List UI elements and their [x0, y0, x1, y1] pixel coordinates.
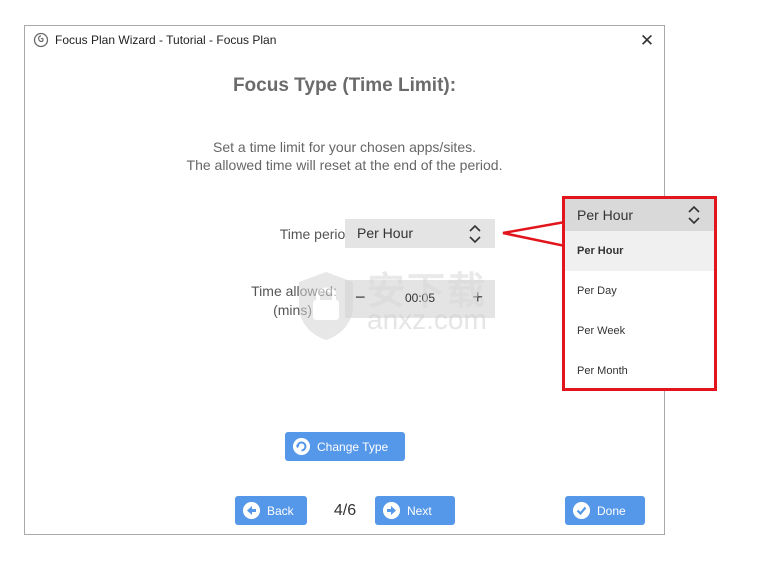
- done-label: Done: [597, 504, 626, 518]
- dropdown-option-per-week[interactable]: Per Week: [565, 311, 714, 351]
- close-button[interactable]: ✕: [630, 26, 664, 56]
- page-indicator: 4/6: [333, 502, 357, 519]
- back-label: Back: [267, 504, 294, 518]
- shield-watermark-icon: [299, 272, 353, 340]
- check-circle-icon: [573, 502, 590, 519]
- description-line-1: Set a time limit for your chosen apps/si…: [213, 139, 476, 155]
- back-button[interactable]: Back: [235, 496, 307, 525]
- app-logo-icon: [33, 32, 49, 48]
- refresh-icon: [293, 438, 310, 455]
- dropdown-popup-callout: Per Hour Per Hour Per Day Per Week Per M…: [562, 196, 717, 391]
- description-line-2: The allowed time will reset at the end o…: [186, 157, 503, 173]
- close-icon: ✕: [639, 31, 655, 50]
- next-button[interactable]: Next: [375, 496, 455, 525]
- dropdown-option-per-hour[interactable]: Per Hour: [565, 231, 714, 271]
- watermark: 安下载 anxz.com: [295, 266, 525, 351]
- dropdown-selected-value: Per Hour: [577, 207, 634, 223]
- arrow-left-circle-icon: [243, 502, 260, 519]
- time-period-value: Per Hour: [357, 225, 414, 241]
- time-period-select[interactable]: Per Hour: [345, 219, 495, 248]
- done-button[interactable]: Done: [565, 496, 645, 525]
- page-title: Focus Type (Time Limit):: [232, 75, 457, 96]
- time-period-label: Time period:: [279, 226, 357, 242]
- dropdown-popup-header[interactable]: Per Hour: [565, 199, 714, 231]
- chevron-up-down-icon: [688, 205, 700, 225]
- window-title: Focus Plan Wizard - Tutorial - Focus Pla…: [55, 33, 277, 47]
- dropdown-option-per-day[interactable]: Per Day: [565, 271, 714, 311]
- next-label: Next: [407, 504, 432, 518]
- watermark-text-en: anxz.com: [367, 304, 487, 335]
- title-bar: Focus Plan Wizard - Tutorial - Focus Pla…: [25, 26, 664, 56]
- arrow-right-circle-icon: [383, 502, 400, 519]
- chevron-up-down-icon: [469, 224, 481, 244]
- change-type-button[interactable]: Change Type: [285, 432, 405, 461]
- dropdown-option-per-month[interactable]: Per Month: [565, 351, 714, 391]
- change-type-label: Change Type: [317, 440, 389, 454]
